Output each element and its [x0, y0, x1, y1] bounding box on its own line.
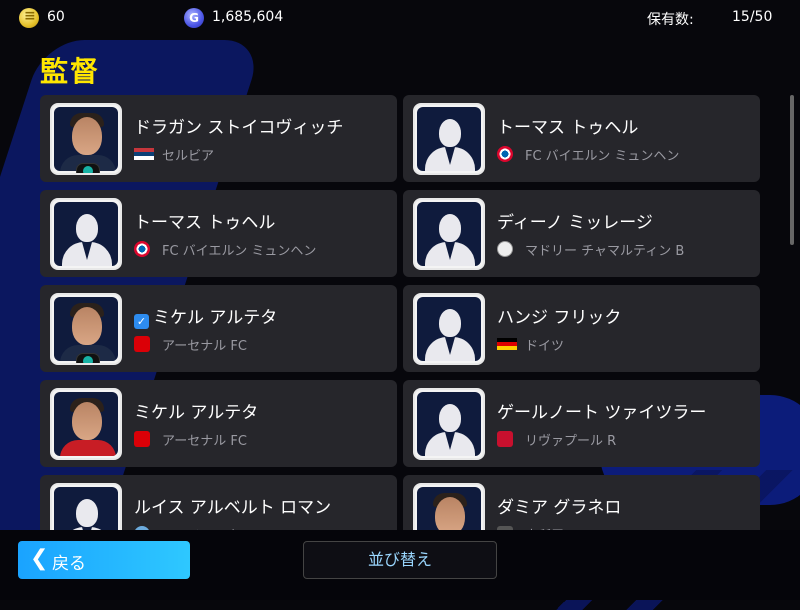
manager-card[interactable]: ディーノ ミッレージ マドリー チャマルティン B: [403, 190, 760, 277]
manager-name: ハンジ フリック: [497, 308, 622, 328]
manager-team: セルビア: [162, 149, 215, 164]
manager-portrait: [413, 103, 485, 175]
manager-name: トーマス トゥヘル: [497, 118, 639, 138]
manager-team: FC バイエルン ミュンヘン: [162, 244, 317, 259]
manager-portrait: [50, 293, 122, 365]
owned-count: 15/50: [732, 9, 773, 25]
page-title: 監督: [40, 55, 101, 88]
madrid-crest-icon: [497, 241, 513, 257]
germany-flag-icon: [497, 338, 517, 350]
manager-portrait: [50, 388, 122, 460]
coin-count: 60: [47, 9, 65, 25]
manager-team: アーセナル FC: [162, 434, 247, 449]
bayern-crest-icon: [134, 241, 150, 257]
manager-team: マドリー チャマルティン B: [525, 244, 685, 259]
manager-portrait: [50, 103, 122, 175]
back-label: 戻る: [52, 554, 86, 574]
manager-card[interactable]: ルイス アルベルト ロマン マンチェスター B: [40, 475, 397, 535]
manager-team: ドイツ: [525, 339, 565, 354]
manager-badge-icon: [76, 353, 100, 363]
manager-portrait: [413, 483, 485, 535]
arsenal-crest-icon: [134, 431, 150, 447]
gp-icon: G: [184, 8, 204, 28]
list-scrollbar[interactable]: [790, 95, 794, 245]
bayern-crest-icon: [497, 146, 513, 162]
manager-team: FC バイエルン ミュンヘン: [525, 149, 680, 164]
manager-card[interactable]: トーマス トゥヘル FC バイエルン ミュンヘン: [40, 190, 397, 277]
manager-card[interactable]: トーマス トゥヘル FC バイエルン ミュンヘン: [403, 95, 760, 182]
owned-label: 保有数:: [647, 12, 694, 28]
manager-card[interactable]: ドラガン ストイコヴィッチ セルビア: [40, 95, 397, 182]
manager-portrait: [413, 293, 485, 365]
manager-name: ルイス アルベルト ロマン: [134, 498, 332, 518]
manager-portrait: [413, 198, 485, 270]
arsenal-crest-icon: [134, 336, 150, 352]
manager-card[interactable]: ✓ ミケル アルテタ アーセナル FC: [40, 285, 397, 372]
manager-portrait: [50, 198, 122, 270]
manager-team: リヴァプール R: [525, 434, 617, 449]
manager-name: ミケル アルテタ: [134, 403, 259, 423]
serbia-flag-icon: [134, 148, 154, 160]
coin-icon: [19, 8, 39, 28]
verified-check-icon: ✓: [134, 314, 149, 329]
currency-bar: 60 G 1,685,604 保有数: 15/50: [0, 0, 800, 36]
manager-badge-icon: [76, 163, 100, 173]
manager-card[interactable]: ゲールノート ツァイツラー リヴァプール R: [403, 380, 760, 467]
manager-portrait: [50, 483, 122, 535]
manager-name: ダミア グラネロ: [497, 498, 622, 518]
manager-name: ✓ ミケル アルテタ: [134, 303, 277, 329]
manager-portrait: [413, 388, 485, 460]
manager-name: ディーノ ミッレージ: [497, 213, 653, 233]
manager-name: ゲールノート ツァイツラー: [497, 403, 707, 423]
sort-button[interactable]: 並び替え: [303, 541, 497, 579]
gp-count: 1,685,604: [212, 9, 284, 25]
manager-card[interactable]: ミケル アルテタ アーセナル FC: [40, 380, 397, 467]
manager-name: トーマス トゥヘル: [134, 213, 276, 233]
manager-card[interactable]: ハンジ フリック ドイツ: [403, 285, 760, 372]
manager-list[interactable]: ドラガン ストイコヴィッチ セルビア トーマス トゥヘル FC バイエルン ミュ…: [40, 95, 762, 535]
back-button[interactable]: ❮ 戻る: [18, 541, 190, 579]
manager-team: アーセナル FC: [162, 339, 247, 354]
liverpool-crest-icon: [497, 431, 513, 447]
chevron-left-icon: ❮: [30, 546, 49, 571]
manager-name: ドラガン ストイコヴィッチ: [134, 118, 344, 138]
manager-card[interactable]: ダミア グラネロ 未所属: [403, 475, 760, 535]
